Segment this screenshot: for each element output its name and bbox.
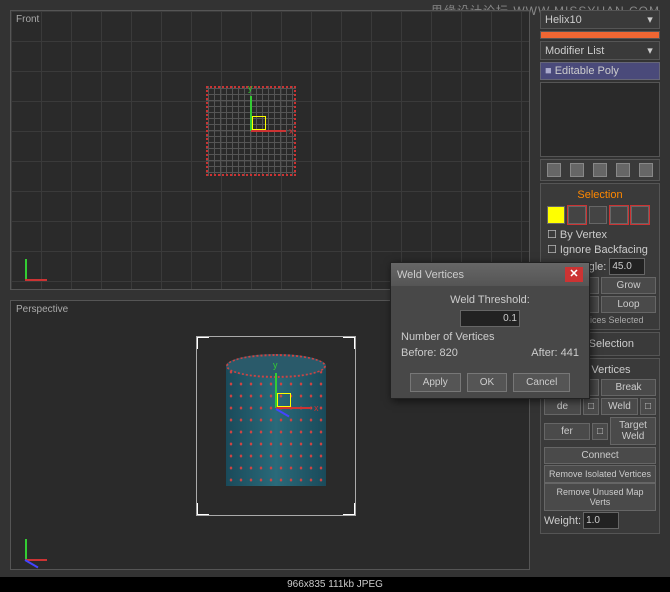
extrude-settings-button[interactable]: □ bbox=[583, 398, 599, 415]
by-vertex-label: By Vertex bbox=[560, 229, 607, 241]
object-perspective[interactable]: y x bbox=[196, 336, 356, 516]
weight-label: Weight: bbox=[544, 515, 581, 527]
weld-vertices-dialog: Weld Vertices ✕ Weld Threshold: 0.1 Numb… bbox=[390, 262, 590, 399]
gizmo-x-axis[interactable] bbox=[251, 130, 286, 132]
dialog-title: Weld Vertices bbox=[397, 269, 464, 281]
stack-item-label: Editable Poly bbox=[555, 65, 619, 77]
before-label: Before: bbox=[401, 347, 436, 359]
close-button[interactable]: ✕ bbox=[565, 267, 583, 282]
make-unique-icon[interactable] bbox=[593, 163, 607, 177]
gizmo-x-axis[interactable] bbox=[276, 407, 311, 409]
ignore-backfacing-label: Ignore Backfacing bbox=[560, 244, 648, 256]
break-button[interactable]: Break bbox=[601, 379, 656, 396]
gizmo-x-label: x bbox=[289, 126, 294, 136]
show-end-icon[interactable] bbox=[570, 163, 584, 177]
world-axis-persp bbox=[19, 531, 49, 561]
viewport-front[interactable]: Front y x bbox=[10, 10, 530, 290]
border-subobject-button[interactable] bbox=[589, 206, 607, 224]
object-front[interactable]: y x bbox=[206, 86, 296, 176]
dropdown-arrow-icon: ▾ bbox=[645, 44, 655, 57]
weld-button[interactable]: Weld bbox=[601, 398, 638, 415]
object-color-swatch[interactable] bbox=[540, 31, 660, 39]
after-label: After: bbox=[531, 347, 557, 359]
ignore-backfacing-checkbox[interactable]: ☐Ignore Backfacing bbox=[544, 242, 656, 257]
by-vertex-checkbox[interactable]: ☐By Vertex bbox=[544, 227, 656, 242]
loop-button[interactable]: Loop bbox=[601, 296, 656, 313]
cancel-button[interactable]: Cancel bbox=[513, 373, 570, 392]
chamfer-settings-button[interactable]: □ bbox=[592, 423, 608, 440]
modifier-list-dropdown[interactable]: Modifier List ▾ bbox=[540, 41, 660, 60]
modifier-stack-area[interactable] bbox=[540, 82, 660, 157]
before-value: 820 bbox=[440, 347, 458, 359]
stack-toolbar bbox=[540, 159, 660, 181]
weld-settings-button[interactable]: □ bbox=[640, 398, 656, 415]
viewport-label-front: Front bbox=[16, 14, 39, 25]
remove-unused-map-button[interactable]: Remove Unused Map Verts bbox=[544, 483, 656, 511]
image-footer-info: 966x835 111kb JPEG bbox=[0, 577, 670, 592]
world-axis-front bbox=[19, 251, 49, 281]
pin-stack-icon[interactable] bbox=[547, 163, 561, 177]
remove-isolated-button[interactable]: Remove Isolated Vertices bbox=[544, 465, 656, 483]
modifier-stack-item[interactable]: ■ Editable Poly bbox=[540, 62, 660, 80]
vertex-subobject-button[interactable] bbox=[547, 206, 565, 224]
dialog-titlebar[interactable]: Weld Vertices ✕ bbox=[391, 263, 589, 286]
object-name: Helix10 bbox=[545, 14, 582, 26]
gizmo-plane[interactable] bbox=[277, 393, 291, 407]
chamfer-button[interactable]: fer bbox=[544, 423, 590, 440]
modifier-list-label: Modifier List bbox=[545, 45, 604, 57]
gizmo-x-label: x bbox=[314, 403, 319, 413]
gizmo-xy-plane[interactable] bbox=[252, 116, 266, 130]
num-vertices-label: Number of Vertices bbox=[401, 331, 495, 343]
target-weld-button[interactable]: Target Weld bbox=[610, 417, 656, 445]
rollout-title-selection[interactable]: Selection bbox=[544, 187, 656, 203]
extrude-button[interactable]: de bbox=[544, 398, 581, 415]
configure-icon[interactable] bbox=[639, 163, 653, 177]
ok-button[interactable]: OK bbox=[467, 373, 507, 392]
element-subobject-button[interactable] bbox=[631, 206, 649, 224]
object-name-dropdown[interactable]: Helix10 ▾ bbox=[540, 10, 660, 29]
after-value: 441 bbox=[561, 347, 579, 359]
subobject-row bbox=[544, 203, 656, 227]
polygon-subobject-button[interactable] bbox=[610, 206, 628, 224]
by-angle-spinner[interactable]: 45.0 bbox=[609, 258, 645, 275]
weight-spinner[interactable]: 1.0 bbox=[583, 512, 619, 529]
gizmo-y-label: y bbox=[273, 360, 278, 370]
grow-button[interactable]: Grow bbox=[601, 277, 656, 294]
dropdown-arrow-icon: ▾ bbox=[645, 13, 655, 26]
gizmo-y-label: y bbox=[248, 83, 253, 93]
edge-subobject-button[interactable] bbox=[568, 206, 586, 224]
apply-button[interactable]: Apply bbox=[410, 373, 461, 392]
remove-modifier-icon[interactable] bbox=[616, 163, 630, 177]
connect-button[interactable]: Connect bbox=[544, 447, 656, 464]
viewport-label-persp: Perspective bbox=[16, 304, 68, 315]
weld-threshold-label: Weld Threshold: bbox=[450, 294, 530, 306]
weld-threshold-spinner[interactable]: 0.1 bbox=[460, 310, 520, 327]
